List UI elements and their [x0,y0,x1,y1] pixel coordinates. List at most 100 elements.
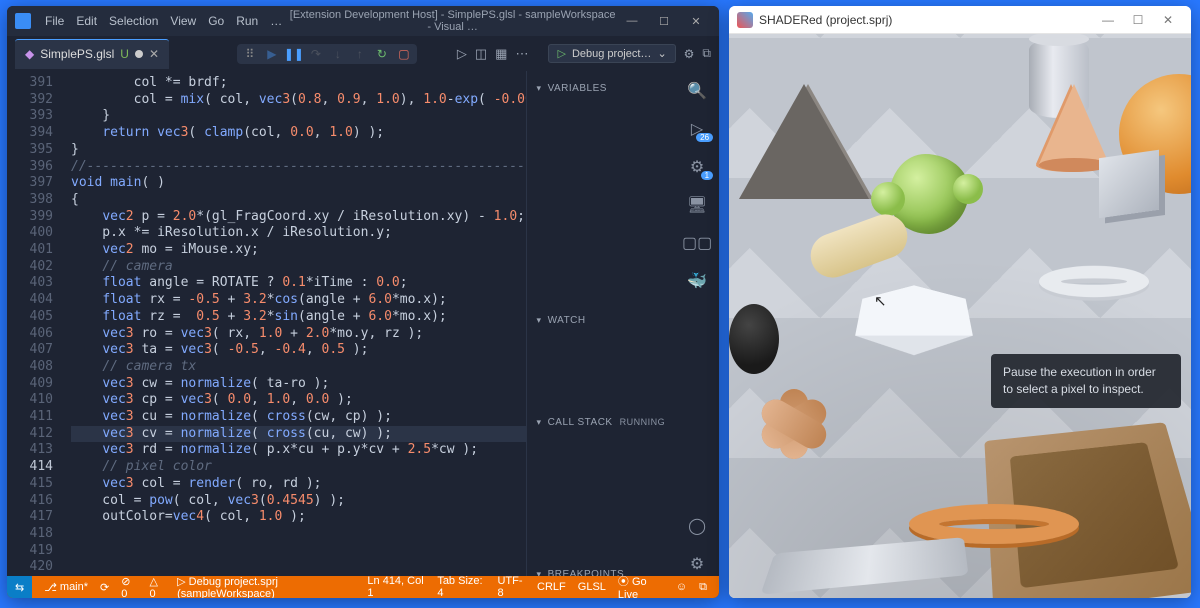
remote-explorer-icon[interactable]: 🖥 [685,193,709,217]
tab-icon: ◆ [25,47,34,61]
shader-viewport[interactable]: ↖ Pause the execution in order to select… [729,34,1191,598]
panel-variables-body [527,99,676,309]
panel-variables-head[interactable]: ▾ VARIABLES [527,77,676,99]
callstack-status: RUNNING [620,417,666,427]
pause-icon[interactable]: ❚❚ [287,47,301,61]
shadered-title: SHADERed (project.sprj) [759,13,892,27]
tab-dirty-dot-icon [135,50,143,58]
chevron-down-icon[interactable]: ⌄ [657,47,666,60]
chevron-down-icon: ▾ [537,83,542,94]
sh-minimize-button[interactable]: — [1093,13,1123,27]
panel-callstack-head[interactable]: ▾ CALL STACK RUNNING [527,411,676,433]
errors-count[interactable]: ⊘ 0 [115,575,143,599]
vscode-logo-icon [15,13,31,29]
debug-badge: 26 [696,133,713,142]
menu-selection[interactable]: Selection [103,14,164,28]
account-icon[interactable]: ◯ [685,514,709,538]
mouse-cursor-icon: ↖ [874,292,887,310]
panel-variables-label: VARIABLES [548,83,607,94]
restart-icon[interactable]: ↻ [375,47,389,61]
warnings-count[interactable]: △ 0 [144,575,172,599]
chevron-down-icon: ▾ [537,569,542,577]
panel-callstack-body [527,433,676,563]
menu-go[interactable]: Go [202,14,230,28]
split-editor-icon[interactable]: ◫ [475,46,487,62]
git-sync[interactable]: ⟳ [94,581,115,594]
eol[interactable]: CRLF [531,581,572,593]
more-actions-icon[interactable]: ⋯ [515,46,528,62]
tab-git-status: U [120,47,129,61]
panel-watch-label: WATCH [548,315,586,326]
sh-maximize-button[interactable]: ☐ [1123,13,1153,27]
maximize-button[interactable]: ☐ [649,11,679,31]
debug-sidebar: ▾ VARIABLES ▾ WATCH ▾ CALL STACK RUNNING… [526,71,676,576]
editor-body: 3913923933943953963973983994004014024034… [7,71,719,576]
inspect-tooltip: Pause the execution in order to select a… [991,354,1181,408]
scene-pyramid [739,84,869,199]
menu-edit[interactable]: Edit [70,14,103,28]
vscode-titlebar: File Edit Selection View Go Run … [Exten… [7,6,719,36]
debug-status[interactable]: ▷ Debug project.sprj (sampleWorkspace) [171,575,361,599]
editor-actions: ▷ ◫ ▦ ⋯ [457,46,529,62]
go-live[interactable]: ⦿ Go Live [612,573,670,598]
scene-ring [909,504,1079,544]
activity-bar: 🔍 ▷26 ⚙1 🖥 ▢▢ 🐳 ◯ ⚙ [675,71,719,576]
scene-hexagon [855,299,973,336]
panel-watch-head[interactable]: ▾ WATCH [527,309,676,331]
shadered-titlebar: SHADERed (project.sprj) — ☐ ✕ [729,6,1191,34]
remote-indicator[interactable]: ⇆ [7,576,32,598]
manage-gear-icon[interactable]: ⚙ [685,552,709,576]
search-icon[interactable]: 🔍 [685,79,709,103]
debug-play-icon[interactable]: ▷ [557,47,565,60]
status-bar: ⇆ ⎇main* ⟳ ⊘ 0 △ 0 ▷ Debug project.sprj … [7,576,719,598]
sh-close-button[interactable]: ✕ [1153,13,1183,27]
menu-view[interactable]: View [164,14,202,28]
continue-icon[interactable]: ▶ [265,47,279,61]
vscode-window: File Edit Selection View Go Run … [Exten… [7,6,719,598]
git-branch[interactable]: ⎇main* [38,581,94,594]
tab-close-icon[interactable]: ✕ [149,47,159,61]
shadered-window: SHADERed (project.sprj) — ☐ ✕ ↖ Pause th… [729,6,1191,598]
tab-bar: ◆ SimplePS.glsl U ✕ ⠿ ▶ ❚❚ ↷ ↓ ↑ ↻ ▢ ▷ ◫… [7,36,719,71]
tab-size[interactable]: Tab Size: 4 [431,575,491,598]
docker-icon[interactable]: 🐳 [685,269,709,293]
window-controls: — ☐ ✕ [617,11,711,31]
panel-watch-body [527,331,676,411]
debug-config-dropdown[interactable]: ▷ Debug project… ⌄ [548,44,675,63]
notifications-icon[interactable]: ⧉ [693,581,713,594]
extensions-icon[interactable]: ⚙1 [685,155,709,179]
settings-gear-icon[interactable]: ⚙ [684,47,695,61]
menu-run[interactable]: Run [230,14,264,28]
window-title: [Extension Development Host] - SimplePS.… [288,9,617,33]
drag-handle-icon[interactable]: ⠿ [243,47,257,61]
menu-more[interactable]: … [264,14,288,28]
step-out-icon[interactable]: ↑ [353,47,367,61]
panel-callstack-label: CALL STACK [548,417,613,428]
minimize-button[interactable]: — [617,11,647,31]
breadcrumb-icon[interactable]: ⧉ [702,46,711,61]
close-button[interactable]: ✕ [681,11,711,31]
scene-torus [1039,266,1149,298]
run-play-icon[interactable]: ▷ [457,46,467,62]
feedback-icon[interactable]: ☺ [670,581,693,593]
step-in-icon[interactable]: ↓ [331,47,345,61]
menu-file[interactable]: File [39,14,70,28]
line-gutter: 3913923933943953963973983994004014024034… [7,71,65,576]
debug-config-label: Debug project… [572,48,652,60]
language-mode[interactable]: GLSL [572,581,612,593]
grid-icon[interactable]: ▦ [495,46,507,62]
squares-icon[interactable]: ▢▢ [685,231,709,255]
chevron-down-icon: ▾ [537,417,542,428]
scene-star [734,364,854,484]
code-editor[interactable]: col *= brdf; col = mix( col, vec3(0.8, 0… [65,71,526,576]
scene-cone [1039,84,1109,164]
stop-icon[interactable]: ▢ [397,47,411,61]
tab-simpleps[interactable]: ◆ SimplePS.glsl U ✕ [15,39,169,69]
encoding[interactable]: UTF-8 [491,575,531,598]
cursor-position[interactable]: Ln 414, Col 1 [361,575,431,598]
run-debug-icon[interactable]: ▷26 [685,117,709,141]
debug-floating-toolbar[interactable]: ⠿ ▶ ❚❚ ↷ ↓ ↑ ↻ ▢ [237,44,417,64]
chevron-down-icon: ▾ [537,315,542,326]
scene-cube [1099,150,1159,218]
step-over-icon[interactable]: ↷ [309,47,323,61]
